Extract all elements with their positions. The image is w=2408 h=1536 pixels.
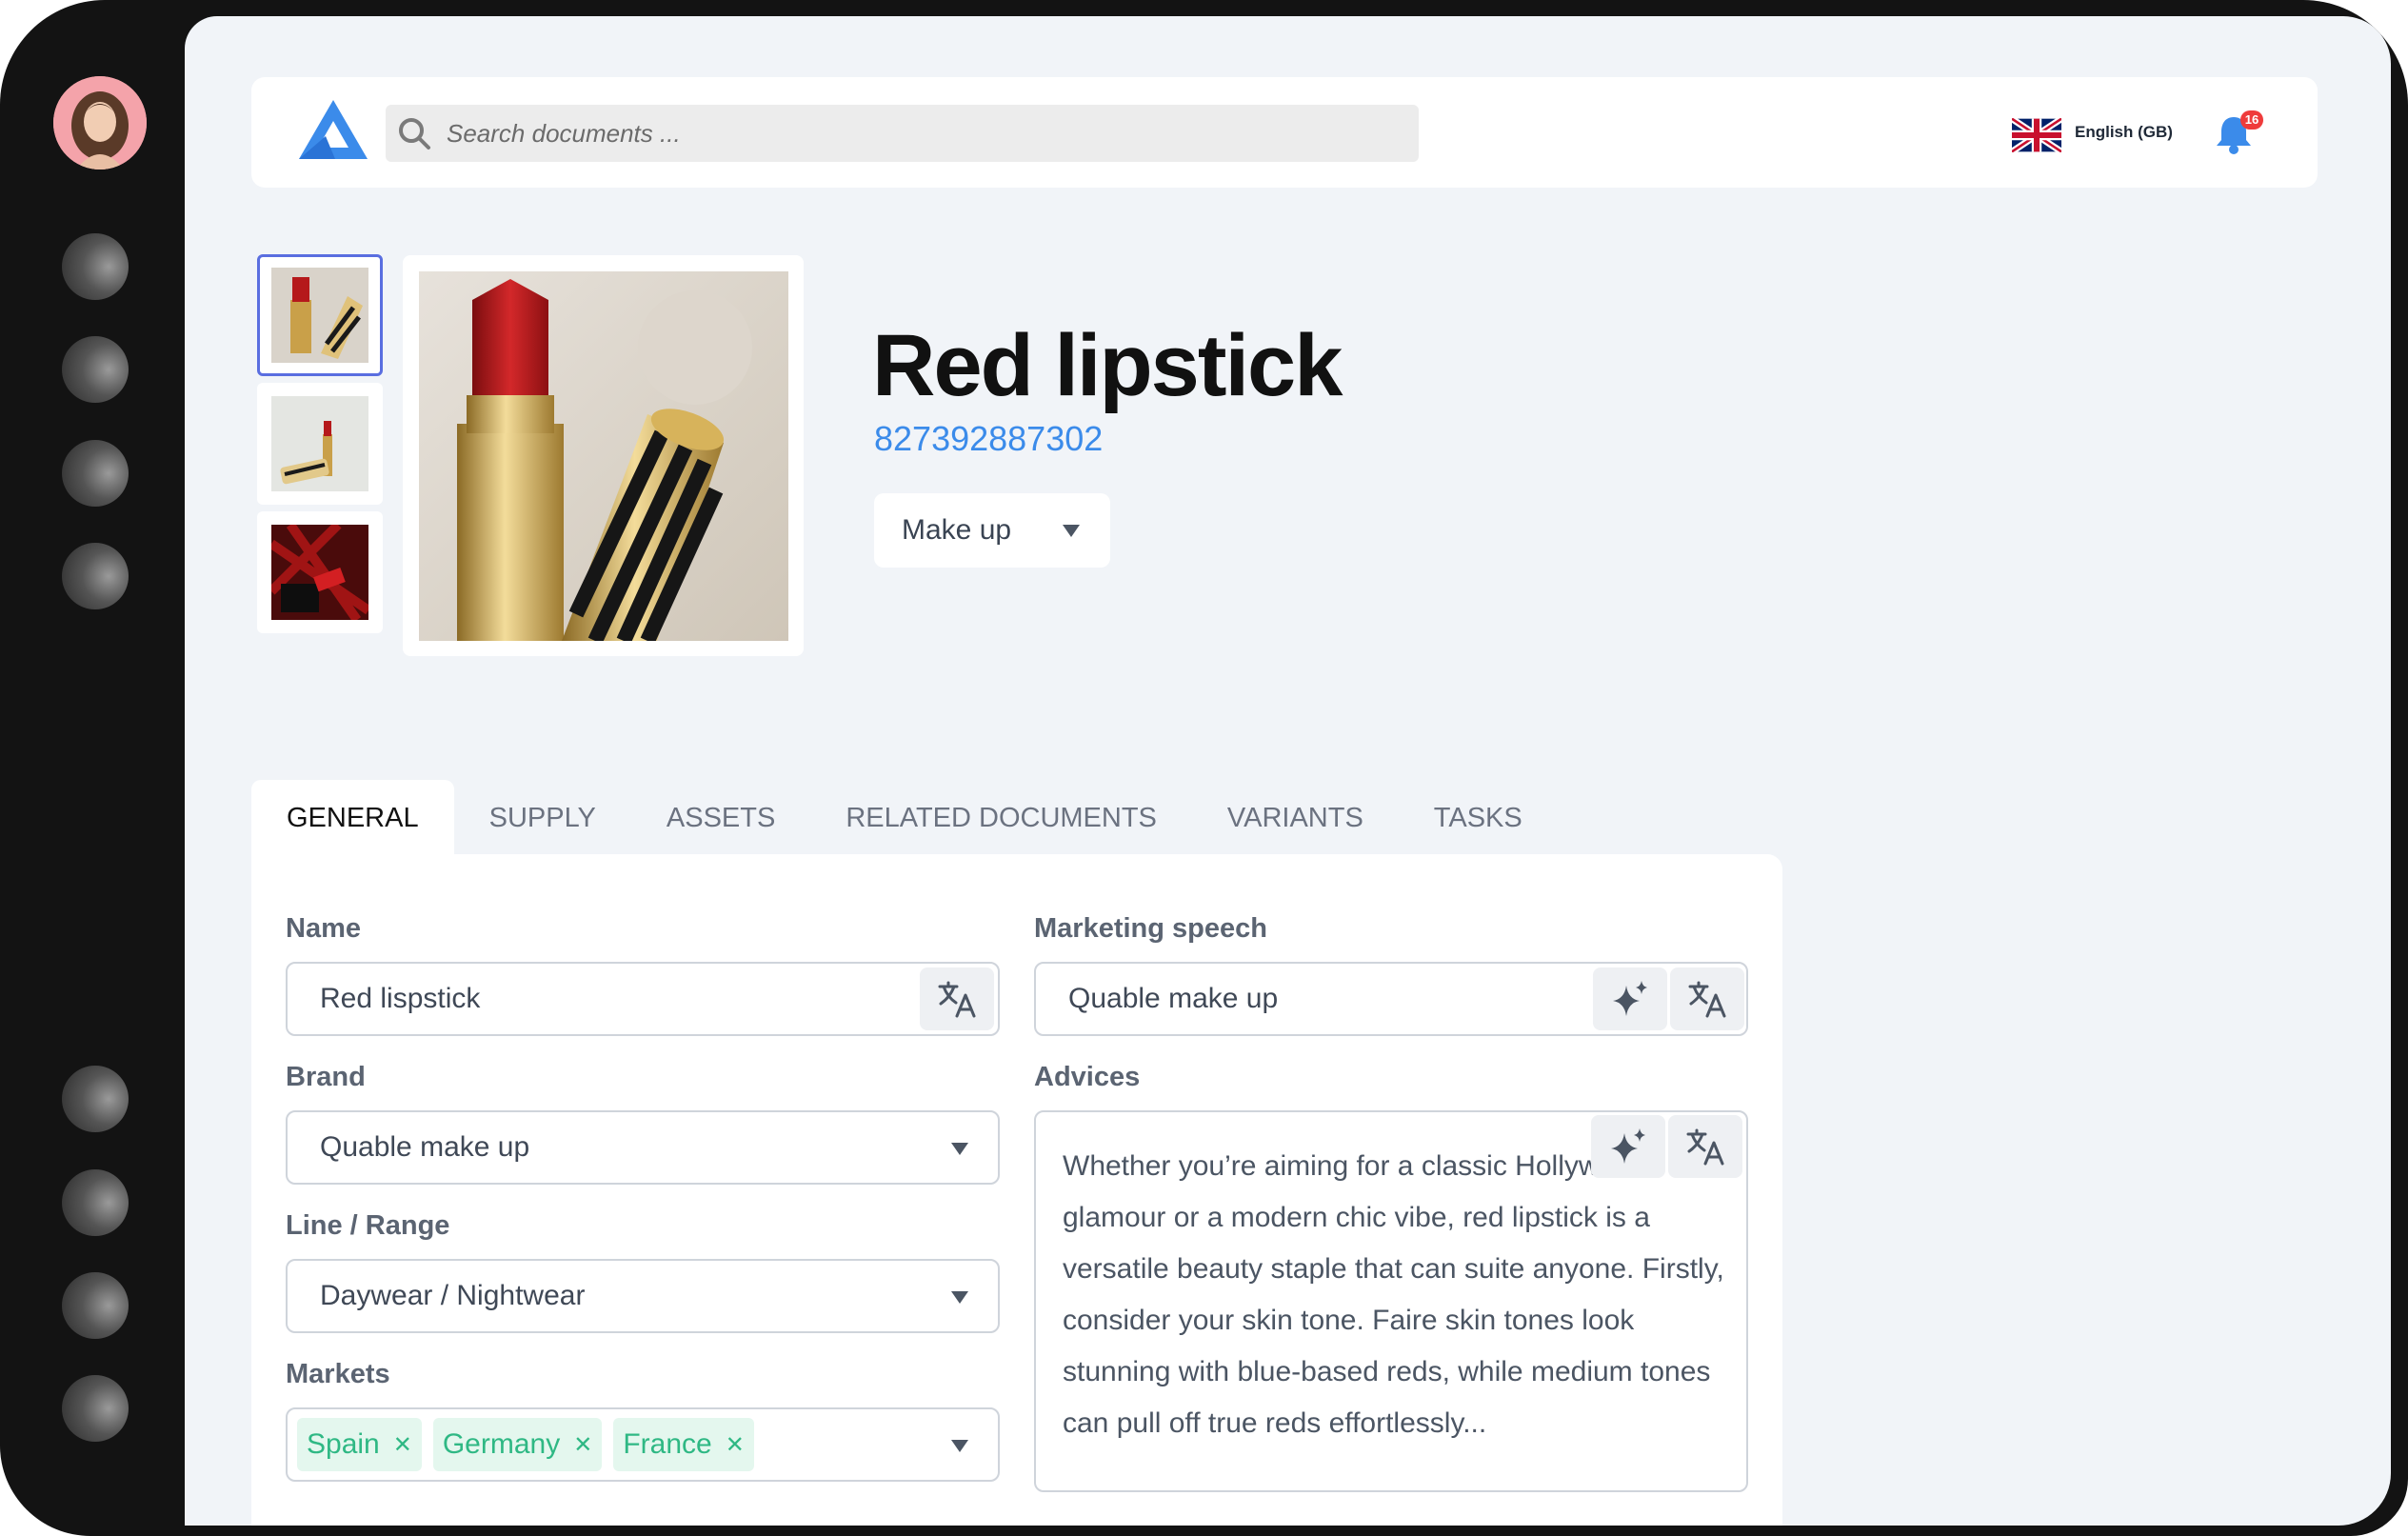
- nav-item-5[interactable]: [62, 1066, 129, 1132]
- sparkle-icon: [1611, 1128, 1645, 1164]
- tab-variants[interactable]: VARIANTS: [1227, 780, 1363, 856]
- ai-generate-advices-button[interactable]: [1591, 1115, 1665, 1178]
- tab-supply[interactable]: SUPPLY: [489, 780, 596, 856]
- uk-flag-icon[interactable]: [2012, 118, 2061, 152]
- left-rail: [0, 0, 185, 1536]
- nav-item-4[interactable]: [62, 543, 129, 609]
- tab-general[interactable]: GENERAL: [251, 780, 454, 856]
- product-code[interactable]: 827392887302: [874, 419, 1103, 459]
- translate-icon: [1688, 981, 1726, 1018]
- translate-icon: [1686, 1128, 1724, 1166]
- app-screen: English (GB) 16: [185, 16, 2391, 1526]
- language-selector[interactable]: English (GB): [2075, 123, 2173, 142]
- search-icon: [399, 118, 430, 150]
- product-title: Red lipstick: [872, 317, 1343, 414]
- nav-item-6[interactable]: [62, 1169, 129, 1236]
- notification-badge: 16: [2240, 110, 2263, 130]
- nav-item-1[interactable]: [62, 233, 129, 300]
- caret-down-icon: [951, 1291, 968, 1304]
- close-icon[interactable]: ✕: [393, 1431, 412, 1459]
- line-range-label: Line / Range: [286, 1210, 450, 1241]
- tab-tasks[interactable]: TASKS: [1434, 780, 1522, 856]
- name-field[interactable]: Red lispstick: [286, 962, 1000, 1036]
- nav-item-8[interactable]: [62, 1375, 129, 1442]
- thumbnail-3[interactable]: [257, 511, 383, 633]
- caret-down-icon: [1063, 525, 1080, 537]
- name-value: Red lispstick: [320, 983, 481, 1014]
- market-chip: Germany ✕: [432, 1418, 603, 1471]
- search-input[interactable]: [447, 118, 1304, 149]
- caret-down-icon: [951, 1440, 968, 1452]
- device-frame: English (GB) 16: [0, 0, 2408, 1536]
- tab-related-documents[interactable]: RELATED DOCUMENTS: [846, 780, 1157, 856]
- markets-multiselect[interactable]: Spain ✕ Germany ✕ France ✕: [286, 1407, 1000, 1482]
- category-value: Make up: [902, 514, 1012, 546]
- thumbnail-1[interactable]: [257, 254, 383, 376]
- avatar[interactable]: [53, 76, 147, 170]
- market-chip-label: Germany: [442, 1428, 561, 1460]
- translate-advices-button[interactable]: [1668, 1115, 1742, 1178]
- name-label: Name: [286, 913, 361, 944]
- triangle-logo-icon[interactable]: [297, 98, 369, 161]
- general-panel: Name Red lispstick Brand Quable make up …: [251, 854, 1782, 1526]
- brand-dropdown[interactable]: Quable make up: [286, 1110, 1000, 1185]
- tab-assets[interactable]: ASSETS: [667, 780, 775, 856]
- lipstick-thumb-image: [271, 396, 368, 491]
- market-chip: Spain ✕: [297, 1418, 422, 1471]
- caret-down-icon: [951, 1143, 968, 1155]
- tab-bar: GENERAL SUPPLY ASSETS RELATED DOCUMENTS …: [251, 780, 1593, 856]
- translate-icon: [938, 981, 976, 1018]
- thumbnail-2[interactable]: [257, 383, 383, 505]
- lipstick-main-image: [418, 270, 788, 641]
- markets-label: Markets: [286, 1359, 390, 1389]
- search-bar[interactable]: [386, 105, 1419, 162]
- translate-marketing-button[interactable]: [1670, 967, 1744, 1030]
- nav-item-3[interactable]: [62, 440, 129, 507]
- market-chip-label: France: [623, 1428, 712, 1460]
- market-chip: France ✕: [613, 1418, 754, 1471]
- translate-name-button[interactable]: [920, 967, 994, 1030]
- nav-item-2[interactable]: [62, 336, 129, 403]
- marketing-speech-value: Quable make up: [1068, 983, 1279, 1014]
- brand-label: Brand: [286, 1062, 366, 1092]
- top-bar: English (GB) 16: [251, 77, 2318, 188]
- nav-item-7[interactable]: [62, 1272, 129, 1339]
- category-dropdown[interactable]: Make up: [874, 493, 1110, 568]
- close-icon[interactable]: ✕: [573, 1431, 592, 1459]
- advices-value: Whether you’re aiming for a classic Holl…: [1063, 1150, 1724, 1439]
- ai-generate-marketing-button[interactable]: [1593, 967, 1667, 1030]
- brand-value: Quable make up: [320, 1131, 530, 1163]
- sparkle-icon: [1613, 981, 1647, 1016]
- marketing-speech-label: Marketing speech: [1034, 913, 1267, 944]
- close-icon[interactable]: ✕: [726, 1431, 745, 1459]
- lipstick-thumb-image: [271, 525, 368, 620]
- line-range-value: Daywear / Nightwear: [320, 1280, 586, 1311]
- advices-label: Advices: [1034, 1062, 1141, 1092]
- line-range-dropdown[interactable]: Daywear / Nightwear: [286, 1259, 1000, 1333]
- product-image[interactable]: [403, 255, 804, 656]
- lipstick-thumb-image: [271, 268, 368, 363]
- market-chip-label: Spain: [307, 1428, 380, 1460]
